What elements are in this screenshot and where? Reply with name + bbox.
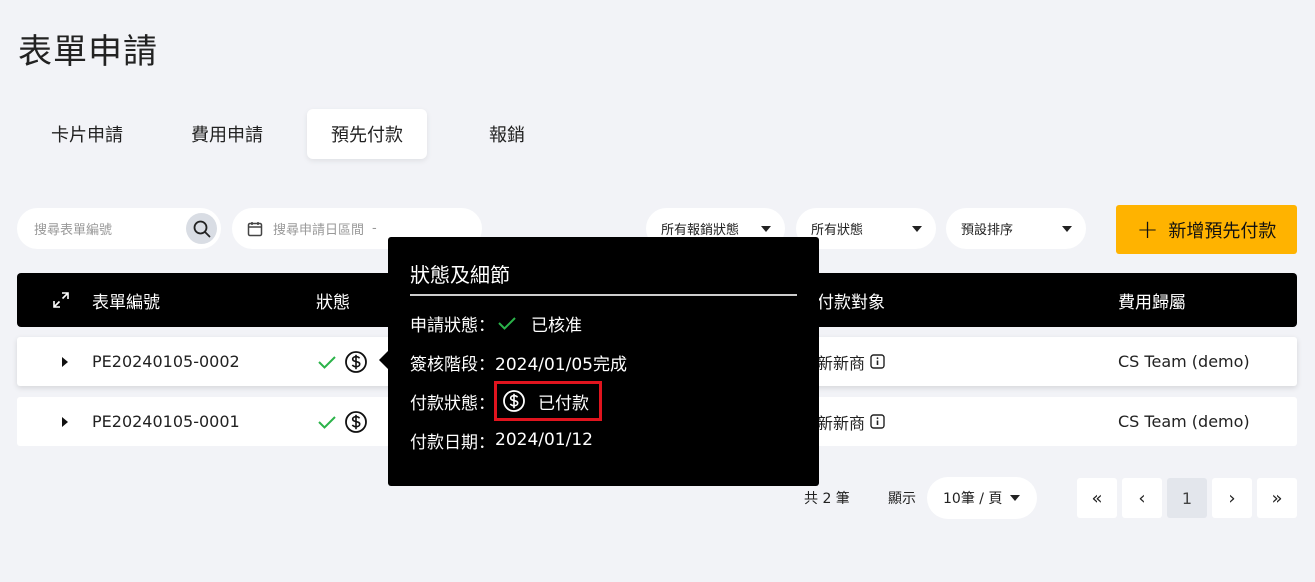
payee-name: 新新商 [817, 353, 866, 373]
approved-check-icon [497, 315, 517, 331]
payee-cell: 新新商 [817, 337, 885, 386]
search-input[interactable]: 搜尋表單編號 [17, 208, 221, 249]
payment-status-highlight: 已付款 [494, 381, 602, 421]
approved-check-icon [317, 397, 337, 446]
show-label: 顯示 [888, 491, 916, 507]
stage-label: 簽核階段： [410, 354, 495, 375]
payment-status-label: 付款狀態： [410, 393, 495, 414]
status-details-tooltip: 狀態及細節 申請狀態： 已核准 簽核階段： 2024/01/05完成 付款狀態：… [379, 237, 819, 486]
payment-date-value: 2024/01/12 [495, 430, 593, 450]
page-size-value: 10筆 / 頁 [943, 491, 1003, 507]
tab-expense-application[interactable]: 費用申請 [157, 109, 297, 159]
page-size-dropdown[interactable]: 10筆 / 頁 [927, 477, 1037, 519]
search-icon [193, 220, 210, 237]
payee-cell: 新新商 [817, 397, 885, 446]
payment-status-line: 付款狀態： 已付款 [410, 381, 602, 421]
payment-status-value: 已付款 [538, 393, 589, 414]
tab-card-application[interactable]: 卡片申請 [17, 109, 157, 159]
next-page-button[interactable]: › [1212, 478, 1252, 518]
header-form-no: 表單編號 [92, 292, 160, 313]
caret-down-icon [912, 225, 922, 232]
date-separator: - [372, 221, 377, 236]
apply-status-line: 申請狀態： 已核准 [410, 309, 582, 337]
approved-check-icon [317, 337, 337, 386]
expand-row-icon[interactable] [62, 397, 68, 446]
tooltip-arrow [379, 351, 388, 369]
expense-owner: CS Team (demo) [1118, 352, 1250, 371]
payee-name: 新新商 [817, 413, 866, 433]
last-page-button[interactable]: » [1257, 478, 1297, 518]
apply-status-value: 已核准 [531, 315, 582, 336]
reimburse-status-value: 所有報銷狀態 [661, 223, 740, 238]
stage-value: 2024/01/05完成 [495, 354, 627, 375]
tooltip-divider [410, 294, 797, 296]
header-status: 狀態 [316, 292, 350, 313]
header-expense-owner: 費用歸屬 [1118, 292, 1186, 313]
caret-down-icon [1010, 495, 1020, 501]
sort-dropdown[interactable]: 預設排序 [946, 208, 1086, 249]
paid-dollar-icon [503, 390, 525, 412]
stage-line: 簽核階段： 2024/01/05完成 [410, 348, 627, 376]
info-icon[interactable] [870, 414, 885, 429]
plus-icon: + [1136, 214, 1159, 245]
expand-row-icon[interactable] [62, 337, 68, 386]
expand-all-icon[interactable] [52, 273, 70, 327]
status-value: 所有狀態 [811, 223, 864, 238]
payment-date-label: 付款日期： [410, 432, 495, 453]
prev-page-button[interactable]: ‹ [1122, 478, 1162, 518]
date-placeholder: 搜尋申請日區間 [273, 223, 365, 238]
paid-dollar-icon[interactable] [344, 337, 368, 386]
sort-value: 預設排序 [961, 223, 1014, 238]
header-payee: 付款對象 [817, 292, 885, 313]
expense-owner: CS Team (demo) [1118, 412, 1250, 431]
add-prepayment-label: 新增預先付款 [1168, 220, 1277, 242]
form-number[interactable]: PE20240105-0002 [92, 337, 240, 386]
search-placeholder: 搜尋表單編號 [34, 223, 113, 238]
info-icon[interactable] [870, 354, 885, 369]
add-prepayment-button[interactable]: + 新增預先付款 [1116, 205, 1297, 254]
caret-down-icon [761, 225, 771, 232]
apply-status-label: 申請狀態： [410, 315, 495, 336]
search-button[interactable] [186, 213, 217, 244]
form-number[interactable]: PE20240105-0001 [92, 397, 240, 446]
first-page-button[interactable]: « [1077, 478, 1117, 518]
page-title: 表單申請 [18, 32, 158, 72]
tab-bar: 卡片申請 費用申請 預先付款 報銷 [17, 109, 577, 159]
page-1-button[interactable]: 1 [1167, 478, 1207, 518]
tooltip-title: 狀態及細節 [410, 263, 510, 287]
tab-reimbursement[interactable]: 報銷 [437, 109, 577, 159]
tab-prepayment[interactable]: 預先付款 [307, 109, 427, 159]
caret-down-icon [1062, 225, 1072, 232]
total-count: 共 2 筆 [804, 491, 850, 507]
payment-date-line: 付款日期： 2024/01/12 [410, 426, 593, 454]
calendar-icon [247, 221, 263, 237]
paid-dollar-icon[interactable] [344, 397, 368, 446]
